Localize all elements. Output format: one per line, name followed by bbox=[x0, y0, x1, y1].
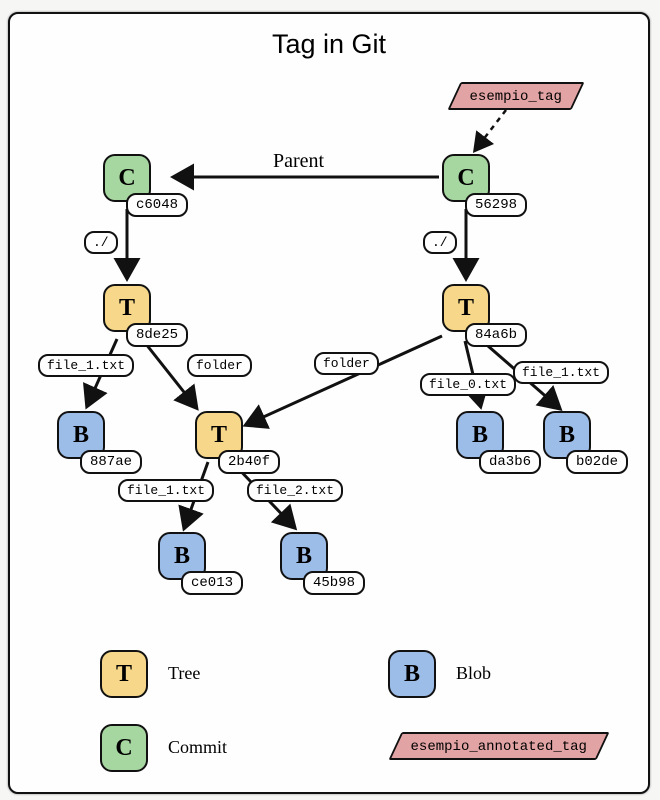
annotated-tag-label: esempio_annotated_tag bbox=[411, 739, 587, 755]
legend-tree-label: Tree bbox=[168, 663, 200, 684]
legend-commit-glyph: C bbox=[115, 735, 132, 762]
legend-blob-label: Blob bbox=[456, 663, 491, 684]
edge-file1b: file_1.txt bbox=[513, 361, 609, 384]
tree-glyph: T bbox=[211, 422, 227, 449]
hash-da3b6: da3b6 bbox=[479, 450, 541, 474]
hash-84a6b: 84a6b bbox=[465, 323, 527, 347]
legend-tree-glyph: T bbox=[116, 661, 132, 688]
legend-blob-node: B bbox=[388, 650, 436, 698]
edge-folder-a: folder bbox=[187, 354, 252, 377]
blob-glyph: B bbox=[174, 543, 190, 570]
edge-file2: file_2.txt bbox=[247, 479, 343, 502]
edge-folder-b: folder bbox=[314, 352, 379, 375]
lightweight-tag: esempio_tag bbox=[447, 82, 584, 110]
hash-8de25: 8de25 bbox=[126, 323, 188, 347]
edge-root1: ./ bbox=[84, 231, 118, 254]
edge-root2: ./ bbox=[423, 231, 457, 254]
legend-tree-node: T bbox=[100, 650, 148, 698]
blob-glyph: B bbox=[296, 543, 312, 570]
annotated-tag-legend: esempio_annotated_tag bbox=[388, 732, 609, 760]
legend-commit-label: Commit bbox=[168, 737, 227, 758]
hash-ce013: ce013 bbox=[181, 571, 243, 595]
hash-45b98: 45b98 bbox=[303, 571, 365, 595]
tree-glyph: T bbox=[458, 295, 474, 322]
diagram-title: Tag in Git bbox=[10, 29, 648, 60]
edge-file0: file_0.txt bbox=[420, 373, 516, 396]
edge-file1a: file_1.txt bbox=[38, 354, 134, 377]
tree-glyph: T bbox=[119, 295, 135, 322]
hash-c6048: c6048 bbox=[126, 193, 188, 217]
blob-glyph: B bbox=[559, 422, 575, 449]
legend-blob-glyph: B bbox=[404, 661, 420, 688]
blob-glyph: B bbox=[73, 422, 89, 449]
diagram-frame: Tag in Git esempio_tag bbox=[8, 12, 650, 794]
commit-glyph: C bbox=[457, 165, 474, 192]
edge-file1c: file_1.txt bbox=[118, 479, 214, 502]
lightweight-tag-label: esempio_tag bbox=[470, 89, 562, 105]
hash-b02de: b02de bbox=[566, 450, 628, 474]
hash-2b40f: 2b40f bbox=[218, 450, 280, 474]
commit-glyph: C bbox=[118, 165, 135, 192]
blob-glyph: B bbox=[472, 422, 488, 449]
hash-887ae: 887ae bbox=[80, 450, 142, 474]
legend-commit-node: C bbox=[100, 724, 148, 772]
parent-edge-label: Parent bbox=[273, 150, 324, 173]
hash-56298: 56298 bbox=[465, 193, 527, 217]
